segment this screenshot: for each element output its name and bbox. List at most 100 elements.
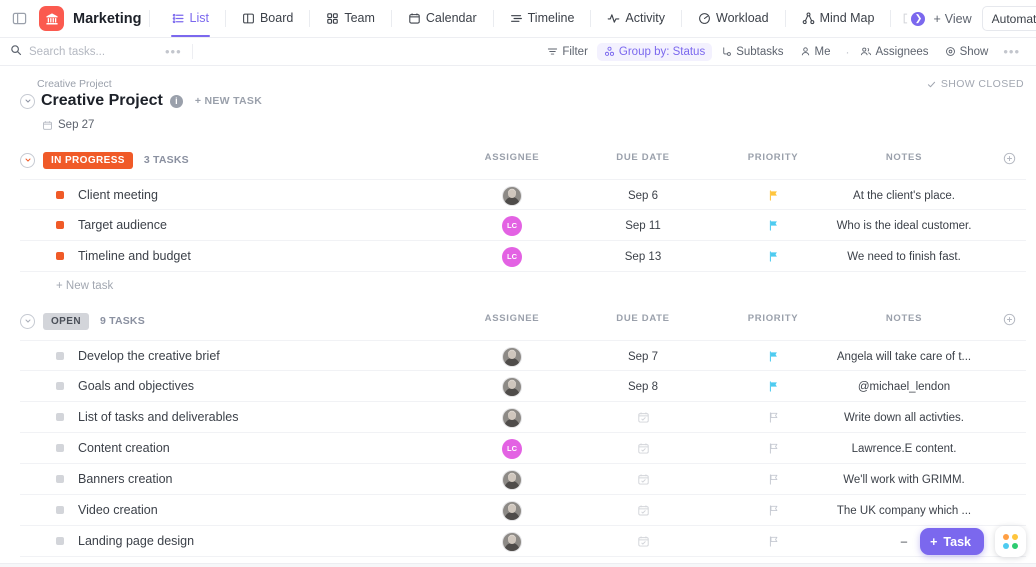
group-by-button[interactable]: Group by: Status [596, 42, 713, 61]
table-row[interactable]: Target audience LC Sep 11 Who is the ideal … [20, 210, 1026, 241]
tab-calendar[interactable]: Calendar [399, 0, 486, 37]
project-date[interactable]: Sep 27 [42, 119, 1026, 131]
table-row[interactable]: Video creation The UK company which ... [20, 495, 1026, 526]
task-name[interactable]: Client meeting [78, 188, 158, 202]
table-row[interactable]: Content creation LC Lawrence.E content. [20, 433, 1026, 464]
avatar[interactable]: LC [502, 438, 522, 459]
due-date-cell[interactable]: Sep 8 [598, 371, 688, 402]
search-input[interactable] [29, 45, 159, 58]
filter-button[interactable]: Filter [540, 43, 595, 61]
chevron-down-circle-icon[interactable] [20, 313, 35, 329]
avatar[interactable] [502, 531, 522, 552]
task-name[interactable]: Target audience [78, 218, 167, 232]
show-button[interactable]: Show [938, 43, 996, 61]
priority-cell[interactable] [730, 180, 816, 211]
column-header-assignee[interactable]: ASSIGNEE [472, 152, 552, 163]
due-date-cell[interactable]: Sep 11 [598, 210, 688, 241]
tab-workload[interactable]: Workload [689, 0, 778, 37]
chevron-down-circle-icon[interactable] [20, 93, 35, 109]
due-date-cell[interactable] [598, 526, 688, 557]
table-row[interactable]: Timeline and budget LC Sep 13 We need to fi… [20, 241, 1026, 272]
show-closed-toggle[interactable]: SHOW CLOSED [927, 78, 1024, 90]
assignee-cell[interactable]: LC [472, 433, 552, 464]
status-dot[interactable] [56, 382, 64, 390]
column-header-notes[interactable]: NOTES [858, 313, 950, 324]
status-dot[interactable] [56, 221, 64, 229]
task-name[interactable]: Develop the creative brief [78, 349, 220, 363]
priority-cell[interactable] [730, 402, 816, 433]
tab-timeline[interactable]: Timeline [501, 0, 584, 37]
task-name[interactable]: Timeline and budget [78, 249, 191, 263]
status-dot[interactable] [56, 444, 64, 452]
chevron-down-circle-icon[interactable] [20, 152, 35, 168]
create-task-fab[interactable]: + Task [920, 528, 984, 555]
breadcrumb[interactable]: Creative Project [37, 78, 1026, 90]
info-icon[interactable]: i [169, 94, 183, 108]
task-name[interactable]: Goals and objectives [78, 379, 194, 393]
subtasks-button[interactable]: Subtasks [714, 43, 790, 61]
tab-list[interactable]: List [163, 0, 218, 37]
task-name[interactable]: Landing page design [78, 534, 194, 548]
status-dot[interactable] [56, 475, 64, 483]
column-header-priority[interactable]: PRIORITY [730, 313, 816, 324]
new-task-button[interactable]: + NEW TASK [195, 95, 262, 107]
automations-button[interactable]: Automations [981, 6, 1036, 31]
assignee-cell[interactable] [472, 464, 552, 495]
due-date-cell[interactable]: Sep 7 [598, 341, 688, 372]
assignee-cell[interactable] [472, 402, 552, 433]
add-task-button[interactable]: + New task [20, 272, 1026, 292]
tab-activity[interactable]: Activity [598, 0, 674, 37]
avatar[interactable]: LC [502, 215, 522, 236]
due-date-cell[interactable]: Sep 13 [598, 241, 688, 272]
status-dot[interactable] [56, 252, 64, 260]
priority-cell[interactable] [730, 371, 816, 402]
notes-cell[interactable]: Who is the ideal customer. [828, 210, 980, 241]
assignee-cell[interactable] [472, 495, 552, 526]
assignees-button[interactable]: Assignees [853, 43, 936, 61]
assignee-cell[interactable] [472, 180, 552, 211]
notes-cell[interactable]: @michael_lendon [828, 371, 980, 402]
due-date-cell[interactable] [598, 402, 688, 433]
column-header-priority[interactable]: PRIORITY [730, 152, 816, 163]
tab-mind-map[interactable]: Mind Map [793, 0, 884, 37]
sidebar-toggle-icon[interactable] [8, 8, 30, 30]
due-date-cell[interactable] [598, 495, 688, 526]
column-header-due-date[interactable]: DUE DATE [598, 313, 688, 324]
workspace-name[interactable]: Marketing [73, 11, 142, 27]
notes-cell[interactable]: Lawrence.E content. [828, 433, 980, 464]
due-date-cell[interactable] [598, 464, 688, 495]
avatar[interactable] [502, 500, 522, 521]
notes-cell[interactable]: Write down all activties. [828, 402, 980, 433]
priority-cell[interactable] [730, 464, 816, 495]
avatar[interactable] [502, 407, 522, 428]
avatar[interactable] [502, 469, 522, 490]
task-name[interactable]: Banners creation [78, 472, 173, 486]
status-dot[interactable] [56, 413, 64, 421]
notes-cell[interactable]: We need to finish fast. [828, 241, 980, 272]
avatar[interactable] [502, 376, 522, 397]
due-date-cell[interactable] [598, 433, 688, 464]
tab-team[interactable]: Team [317, 0, 384, 37]
avatar[interactable] [502, 346, 522, 367]
assignee-cell[interactable] [472, 371, 552, 402]
table-row[interactable]: Landing page design – [20, 526, 1026, 557]
assignee-cell[interactable]: LC [472, 210, 552, 241]
notes-cell[interactable]: At the client's place. [828, 180, 980, 211]
status-dot[interactable] [56, 351, 64, 360]
column-header-assignee[interactable]: ASSIGNEE [472, 313, 552, 324]
notes-cell[interactable]: Angela will take care of t... [828, 341, 980, 372]
priority-cell[interactable] [730, 526, 816, 557]
table-row[interactable]: List of tasks and deliverables Write down… [20, 402, 1026, 433]
notes-cell[interactable]: The UK company which ... [828, 495, 980, 526]
hidden-views-indicator[interactable]: ❯ [898, 11, 926, 26]
priority-cell[interactable] [730, 241, 816, 272]
priority-cell[interactable] [730, 341, 816, 372]
me-button[interactable]: Me [793, 43, 838, 61]
add-column-button[interactable] [998, 152, 1020, 168]
task-name[interactable]: Video creation [78, 503, 158, 517]
table-row[interactable]: Client meeting Sep 6 At the client's place… [20, 179, 1026, 210]
due-date-cell[interactable]: Sep 6 [598, 180, 688, 211]
column-header-due-date[interactable]: DUE DATE [598, 152, 688, 163]
add-column-button[interactable] [998, 313, 1020, 329]
status-dot[interactable] [56, 190, 64, 199]
